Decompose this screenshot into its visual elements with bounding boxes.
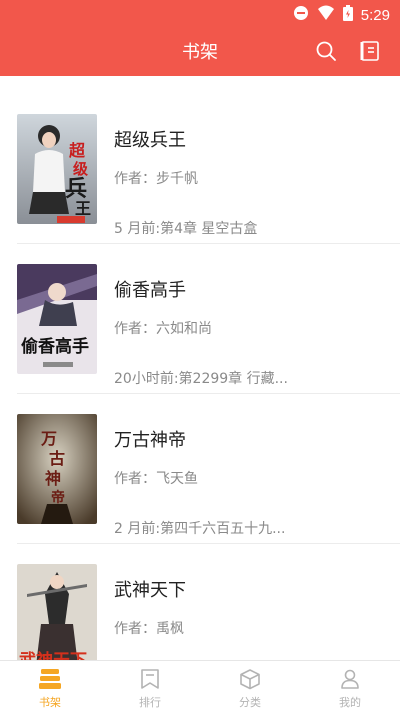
do-not-disturb-icon	[293, 5, 309, 25]
search-button[interactable]	[312, 39, 340, 67]
book-title: 武神天下	[114, 580, 186, 601]
tab-ranking[interactable]: 排行	[100, 661, 200, 711]
svg-text:神: 神	[45, 469, 61, 488]
book-latest-chapter: 5 月前:第4章 星空古盒	[114, 221, 258, 237]
svg-text:万: 万	[40, 429, 57, 448]
status-bar: 5:29	[0, 0, 400, 30]
tab-bookshelf[interactable]: 书架	[0, 661, 100, 711]
page-title: 书架	[182, 42, 218, 63]
clock: 5:29	[360, 6, 390, 24]
tab-label: 书架	[39, 696, 61, 709]
book-author: 作者：飞天鱼	[114, 471, 198, 487]
svg-text:偷香高手: 偷香高手	[21, 336, 89, 357]
book-author: 作者：步千帆	[114, 171, 198, 187]
book-item[interactable]: 万 古 神 帝 万古神帝 作者：飞天鱼 2 月前:第四千六百五十九...	[0, 394, 400, 544]
book-item[interactable]: 偷香高手 偷香高手 作者：六如和尚 20小时前:第2299章 行藏...	[0, 244, 400, 394]
book-latest-chapter: 2 月前:第四千六百五十九...	[114, 521, 286, 537]
book-cover: 偷香高手	[17, 264, 97, 374]
app-bar: 书架	[0, 30, 400, 76]
book-title: 超级兵王	[114, 130, 186, 151]
svg-text:帝: 帝	[51, 489, 65, 506]
battery-icon	[342, 5, 353, 25]
bookshelf-list[interactable]: 超 级 兵 王 超级兵王 作者：步千帆 5 月前:第4章 星空古盒 偷香高手 偷…	[0, 76, 400, 660]
person-icon	[337, 666, 363, 692]
tab-category[interactable]: 分类	[200, 661, 300, 711]
svg-text:武神天下: 武神天下	[19, 650, 87, 660]
book-author: 作者：禹枫	[114, 621, 184, 637]
tab-label: 我的	[339, 696, 361, 709]
search-icon	[315, 40, 337, 66]
book-author: 作者：六如和尚	[114, 321, 212, 337]
bottom-tab-bar: 书架 排行 分类 我的	[0, 660, 400, 711]
book-cover: 万 古 神 帝	[17, 414, 97, 524]
svg-text:古: 古	[49, 449, 65, 468]
book-cover: 武神天下	[17, 564, 97, 660]
tab-label: 分类	[239, 696, 261, 709]
svg-text:超: 超	[68, 141, 86, 160]
book-title: 偷香高手	[114, 280, 186, 301]
list-icon	[359, 40, 381, 66]
bookshelf-icon	[37, 666, 63, 692]
tab-label: 排行	[139, 696, 161, 709]
status-icons: 5:29	[293, 5, 390, 25]
book-cover: 超 级 兵 王	[17, 114, 97, 224]
book-latest-chapter: 20小时前:第2299章 行藏...	[114, 371, 288, 387]
tab-profile[interactable]: 我的	[300, 661, 400, 711]
book-item[interactable]: 武神天下 武神天下 作者：禹枫	[0, 544, 400, 660]
wifi-icon	[317, 5, 335, 25]
bookmark-icon	[137, 666, 163, 692]
box-icon	[237, 666, 263, 692]
book-title: 万古神帝	[114, 430, 186, 451]
svg-text:王: 王	[75, 199, 91, 218]
book-item[interactable]: 超 级 兵 王 超级兵王 作者：步千帆 5 月前:第4章 星空古盒	[0, 94, 400, 244]
manage-shelf-button[interactable]	[356, 39, 384, 67]
